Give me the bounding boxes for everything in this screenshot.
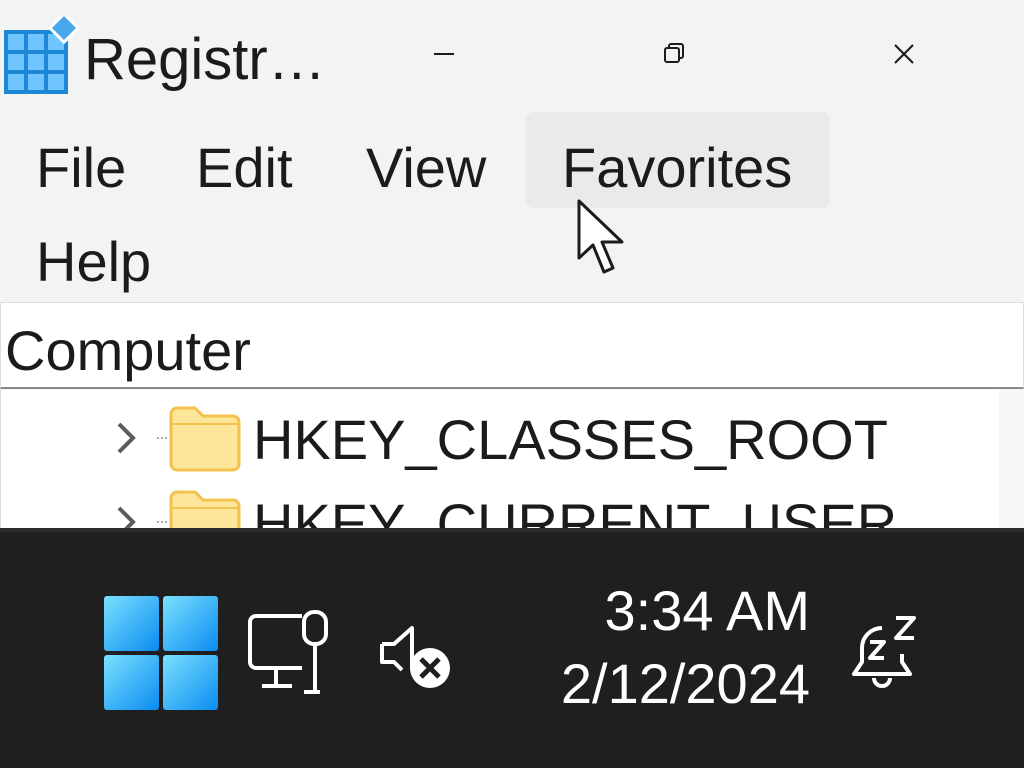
menu-favorites-label: Favorites bbox=[562, 136, 793, 199]
clock-date: 2/12/2024 bbox=[560, 652, 810, 715]
tree-item-label: HKEY_CURRENT_USER bbox=[253, 492, 898, 528]
chevron-right-icon[interactable] bbox=[111, 418, 141, 458]
restore-button[interactable] bbox=[634, 22, 714, 86]
address-path: Computer bbox=[5, 319, 251, 382]
menu-edit[interactable]: Edit bbox=[196, 136, 293, 200]
volume-muted-icon[interactable] bbox=[378, 622, 456, 692]
taskbar: 3:34 AM 2/12/2024 bbox=[0, 528, 1024, 768]
close-button[interactable] bbox=[864, 22, 944, 86]
window-title: Registr… bbox=[84, 27, 326, 92]
notifications-snoozed-icon[interactable] bbox=[848, 614, 924, 692]
folder-icon bbox=[169, 490, 241, 528]
tree-connector bbox=[157, 521, 167, 525]
mouse-pointer-icon bbox=[577, 199, 624, 274]
tree-item-hkey-classes-root[interactable]: HKEY_CLASSES_ROOT bbox=[1, 394, 1001, 482]
menu-bar: File Edit View Favorites Help bbox=[0, 108, 1024, 298]
address-bar[interactable]: Computer bbox=[0, 302, 1024, 389]
minimize-button[interactable] bbox=[404, 22, 484, 86]
menu-view[interactable]: View bbox=[366, 136, 486, 200]
registry-editor-icon bbox=[4, 16, 80, 94]
clock-time: 3:34 AM bbox=[604, 579, 810, 642]
menu-help[interactable]: Help bbox=[36, 230, 151, 294]
folder-icon bbox=[169, 406, 241, 472]
tree-item-hkey-current-user[interactable]: HKEY_CURRENT_USER bbox=[1, 478, 1001, 528]
tree-item-label: HKEY_CLASSES_ROOT bbox=[253, 408, 888, 471]
network-ethernet-icon[interactable] bbox=[246, 608, 336, 696]
tree-connector bbox=[157, 437, 167, 441]
registry-tree: HKEY_CLASSES_ROOT HKEY_CURRENT_USER bbox=[0, 390, 1024, 528]
restore-icon bbox=[664, 43, 684, 63]
chevron-right-icon[interactable] bbox=[111, 502, 141, 528]
menu-favorites[interactable]: Favorites bbox=[526, 112, 830, 208]
menu-file[interactable]: File bbox=[36, 136, 126, 200]
minimize-icon bbox=[434, 53, 454, 55]
system-clock[interactable]: 3:34 AM 2/12/2024 bbox=[520, 578, 810, 724]
windows-start-icon[interactable] bbox=[102, 594, 220, 712]
close-icon bbox=[894, 44, 914, 64]
vertical-scrollbar[interactable] bbox=[999, 390, 1024, 528]
title-bar: Registr… bbox=[0, 0, 1024, 108]
